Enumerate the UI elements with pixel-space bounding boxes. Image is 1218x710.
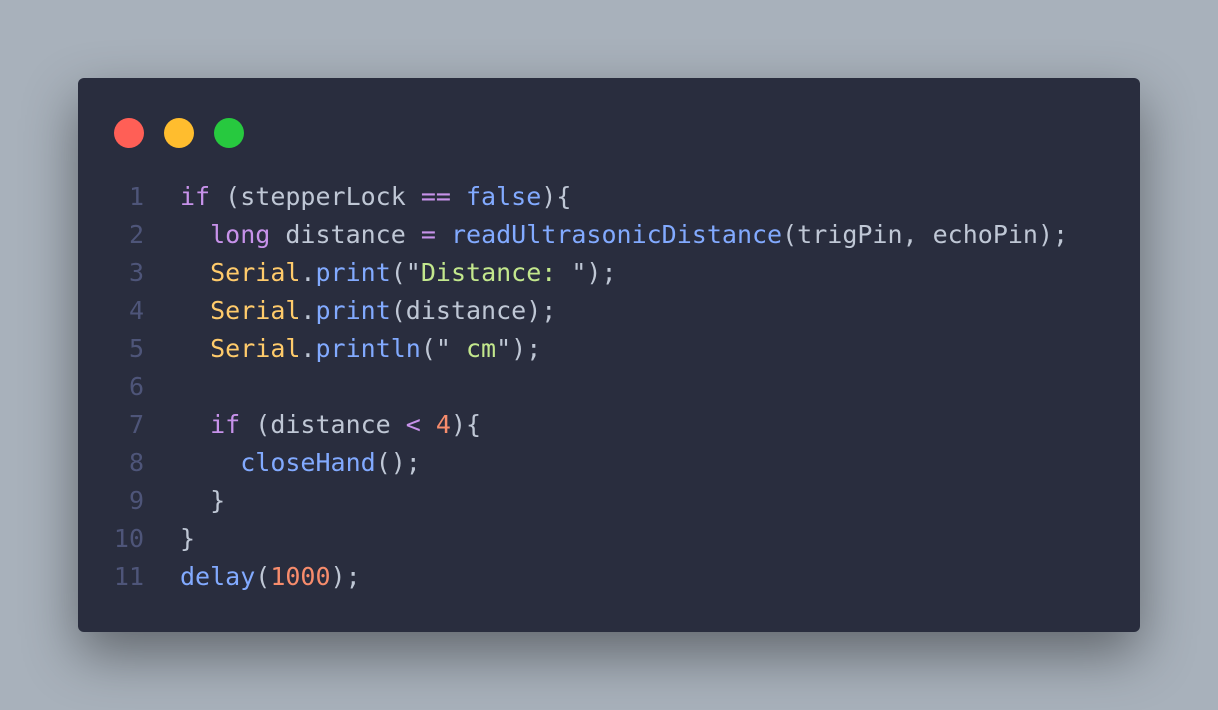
code-token-function: println (315, 334, 421, 363)
code-token-plain: distance (270, 220, 421, 249)
code-token-plain: ( (255, 562, 271, 591)
code-token-plain: (); (375, 448, 421, 477)
code-token-class: Serial (210, 296, 301, 325)
line-content: if (distance < 4){ (180, 406, 481, 444)
line-number: 11 (113, 562, 144, 591)
line-number: 10 (113, 524, 144, 553)
code-token-string: Distance: (420, 258, 572, 287)
code-token-keyword: == (420, 182, 451, 211)
line-content: } (180, 520, 195, 558)
code-token-plain: . (300, 296, 316, 325)
line-content: if (stepperLock == false){ (180, 178, 571, 216)
code-token-plain: ){ (450, 410, 482, 439)
code-token-keyword: if (210, 410, 241, 439)
code-token-plain: ){ (541, 182, 572, 211)
line-content: Serial.print("Distance: "); (180, 254, 617, 292)
line-number: 1 (128, 182, 144, 211)
minimize-light[interactable] (164, 118, 194, 148)
code-token-keyword: if (180, 182, 211, 211)
code-token-plain: . (300, 258, 316, 287)
code-token-keyword: < (405, 410, 421, 439)
code-token-class: Serial (210, 258, 301, 287)
line-content: Serial.println(" cm"); (180, 330, 541, 368)
line-number: 9 (128, 486, 144, 515)
code-token-class: Serial (210, 334, 301, 363)
code-token-plain: (distance); (390, 296, 557, 325)
line-number: 5 (128, 334, 144, 363)
line-number: 3 (128, 258, 144, 287)
line-content: long distance = readUltrasonicDistance(t… (180, 216, 1068, 254)
line-number: 7 (128, 410, 144, 439)
line-number: 2 (128, 220, 144, 249)
code-token-function: false (466, 182, 542, 211)
code-window: 1 if (stepperLock == false){2 long distan… (78, 78, 1140, 632)
code-token-plain: "); (496, 334, 542, 363)
maximize-light[interactable] (214, 118, 244, 148)
code-token-plain: ); (330, 562, 361, 591)
line-content: delay(1000); (180, 558, 361, 596)
code-token-plain: . (300, 334, 316, 363)
line-number: 6 (128, 372, 144, 401)
line-content: } (180, 482, 225, 520)
code-token-function: delay (180, 562, 256, 591)
code-token-plain: (trigPin, echoPin); (782, 220, 1069, 249)
line-number: 4 (128, 296, 144, 325)
code-token-string: cm (450, 334, 497, 363)
line-content: closeHand(); (180, 444, 421, 482)
code-token-plain: (stepperLock (210, 182, 421, 211)
code-token-keyword: long (210, 220, 271, 249)
code-token-function: readUltrasonicDistance (450, 220, 783, 249)
code-token-plain: (" (390, 258, 421, 287)
code-token-plain: (" (420, 334, 451, 363)
code-token-number: 1000 (270, 562, 331, 591)
code-token-function: closeHand (240, 448, 376, 477)
code-token-plain: } (180, 486, 226, 515)
line-content: Serial.print(distance); (180, 292, 556, 330)
code-token-number: 4 (435, 410, 451, 439)
close-light[interactable] (114, 118, 144, 148)
code-token-plain: "); (571, 258, 617, 287)
line-number: 8 (128, 448, 144, 477)
code-token-function: print (315, 258, 391, 287)
code-token-function: print (315, 296, 391, 325)
code-token-plain: } (180, 524, 196, 553)
code-token-plain: (distance (240, 410, 406, 439)
code-token-keyword: = (420, 220, 436, 249)
